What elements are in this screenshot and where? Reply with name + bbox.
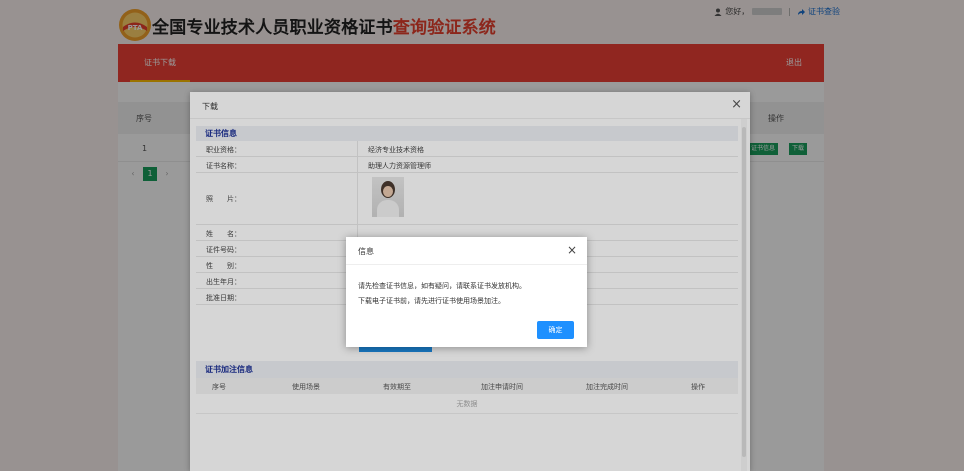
info-modal-title: 信息	[358, 247, 374, 256]
info-modal-divider	[346, 264, 587, 265]
info-modal: 信息 × 请先检查证书信息，如有疑问，请联系证书发放机构。 下载电子证书前，请先…	[346, 237, 587, 347]
info-ok-button[interactable]: 确定	[537, 321, 574, 339]
info-message-line1: 请先检查证书信息，如有疑问，请联系证书发放机构。	[358, 282, 526, 290]
info-modal-close-icon[interactable]: ×	[567, 243, 577, 257]
info-message-line2: 下载电子证书前，请先进行证书使用场景加注。	[358, 297, 505, 305]
info-modal-backdrop[interactable]	[0, 0, 964, 471]
